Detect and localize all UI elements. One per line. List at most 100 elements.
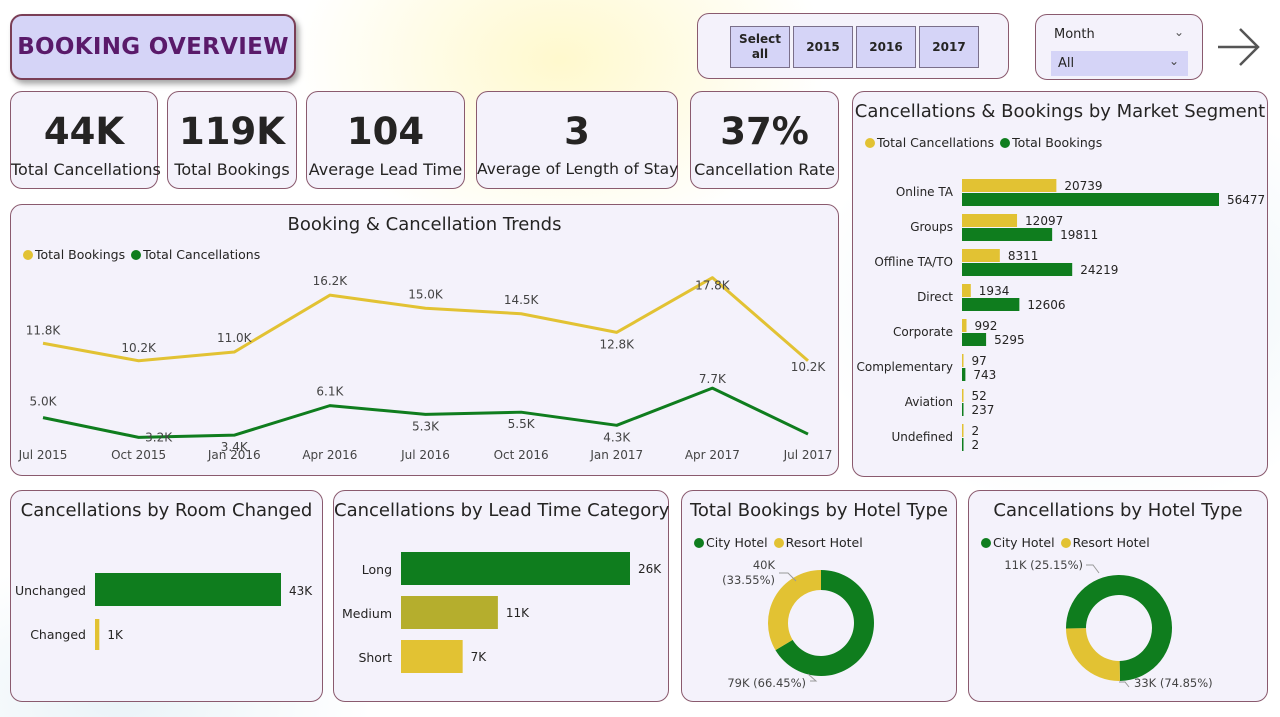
- year-slicer: Select all 2015 2016 2017: [697, 13, 1009, 79]
- category-label: Undefined: [891, 430, 953, 444]
- bar: [962, 284, 971, 297]
- category-label: Short: [358, 650, 392, 665]
- bar-value-label: 5295: [994, 333, 1025, 347]
- year-button-select-all[interactable]: Select all: [730, 26, 790, 68]
- bar: [962, 333, 987, 346]
- kpi-value: 104: [346, 110, 425, 153]
- x-axis-tick-label: Oct 2016: [494, 448, 549, 462]
- booking-cancellation-trends-visual: Booking & Cancellation Trends Total Book…: [10, 204, 839, 476]
- year-button-label: 2016: [869, 39, 903, 54]
- bar: [962, 424, 964, 437]
- dashboard-title-box: BOOKING OVERVIEW: [10, 14, 296, 80]
- page-title: BOOKING OVERVIEW: [17, 34, 289, 60]
- x-axis-tick-label: Apr 2016: [302, 448, 357, 462]
- data-label: 16.2K: [313, 274, 349, 288]
- bar: [962, 193, 1219, 206]
- data-label: 3.2K: [145, 430, 173, 444]
- category-label: Long: [362, 562, 392, 577]
- bar: [962, 403, 964, 416]
- bar-value-label: 743: [973, 368, 996, 382]
- slice-label: (33.55%): [722, 573, 775, 587]
- bar-value-label: 237: [972, 403, 995, 417]
- category-label: Offline TA/TO: [874, 255, 953, 269]
- year-button-label: Select: [739, 32, 781, 46]
- chevron-down-icon[interactable]: ⌄: [1174, 25, 1184, 39]
- kpi-average-lead-time: 104 Average Lead Time: [306, 91, 465, 189]
- next-page-arrow-icon[interactable]: [1214, 22, 1264, 72]
- bar: [962, 319, 967, 332]
- bar: [95, 619, 100, 650]
- year-button-2015[interactable]: 2015: [793, 26, 853, 68]
- kpi-label: Cancellation Rate: [694, 160, 835, 179]
- bar-value-label: 2: [972, 424, 980, 438]
- data-label: 14.5K: [504, 293, 540, 307]
- kpi-value: 119K: [179, 110, 285, 153]
- data-label: 7.7K: [699, 372, 727, 386]
- x-axis-tick-label: Oct 2015: [111, 448, 166, 462]
- bookings-donut-svg: 40K(33.55%) 79K (66.45%): [722, 558, 874, 690]
- bar: [962, 368, 966, 381]
- bar-value-label: 8311: [1008, 249, 1039, 263]
- bar: [962, 354, 964, 367]
- bar: [962, 214, 1018, 227]
- slice-label: 79K (66.45%): [727, 676, 806, 690]
- room-chart-svg: Unchanged 43K Changed 1K: [15, 573, 313, 650]
- month-slicer-label: Month: [1054, 27, 1095, 42]
- bar-value-label: 992: [975, 319, 998, 333]
- x-axis-tick-label: Jul 2017: [783, 448, 833, 462]
- category-label: Direct: [917, 290, 953, 304]
- year-button-label: all: [751, 47, 769, 61]
- month-dropdown[interactable]: All ⌄: [1051, 51, 1188, 76]
- data-label: 11.0K: [217, 331, 253, 345]
- chevron-down-icon: ⌄: [1168, 54, 1179, 68]
- category-label: Online TA: [896, 185, 954, 199]
- donut-slice: [768, 570, 821, 651]
- kpi-label: Average of Length of Stay: [477, 160, 679, 178]
- bar-value-label: 97: [972, 354, 987, 368]
- market-segment-visual: Cancellations & Bookings by Market Segme…: [852, 91, 1268, 477]
- category-label: Medium: [342, 606, 392, 621]
- year-button-2017[interactable]: 2017: [919, 26, 979, 68]
- data-label: 5.5K: [508, 417, 536, 431]
- leader-line: [1086, 564, 1100, 574]
- bar-value-label: 11K: [506, 606, 530, 620]
- bar-value-label: 24219: [1080, 263, 1118, 277]
- year-button-2016[interactable]: 2016: [856, 26, 916, 68]
- kpi-value: 37%: [720, 110, 809, 153]
- kpi-value: 3: [564, 110, 590, 153]
- category-label: Complementary: [856, 360, 953, 374]
- kpi-label: Total Bookings: [174, 160, 290, 179]
- bar-value-label: 12606: [1027, 298, 1065, 312]
- bar: [962, 263, 1073, 276]
- kpi-label: Total Cancellations: [11, 160, 161, 179]
- x-axis-tick-label: Jul 2015: [18, 448, 68, 462]
- kpi-label: Average Lead Time: [308, 160, 463, 179]
- lead-time-chart-svg: Long 26K Medium 11K Short 7K: [342, 552, 662, 673]
- bar: [962, 179, 1057, 192]
- bar-value-label: 19811: [1060, 228, 1098, 242]
- data-label: 12.8K: [599, 337, 635, 351]
- bar-value-label: 1K: [107, 628, 124, 642]
- bar-value-label: 20739: [1064, 179, 1102, 193]
- data-label: 15.0K: [408, 287, 444, 301]
- category-label: Changed: [30, 627, 86, 642]
- bar-value-label: 1934: [979, 284, 1010, 298]
- bar: [401, 640, 463, 673]
- bar-value-label: 2: [972, 438, 980, 452]
- year-button-label: 2017: [932, 39, 966, 54]
- data-label: 5.3K: [412, 419, 440, 433]
- data-label: 10.2K: [121, 341, 157, 355]
- year-button-label: 2015: [806, 39, 840, 54]
- bar: [401, 596, 498, 629]
- segment-chart-svg: Online TA 20739 56477 Groups 1209719811 Offli…: [856, 179, 1265, 452]
- slice-label: 40K: [753, 558, 776, 572]
- bar-value-label: 52: [972, 389, 987, 403]
- kpi-average-length-of-stay: 3 Average of Length of Stay: [476, 91, 678, 189]
- bar: [401, 552, 630, 585]
- data-label: 17.8K: [695, 279, 731, 293]
- data-label: 11.8K: [26, 323, 62, 337]
- trend-chart-svg: Jul 2015 Oct 2015 Jan 2016 Apr 2016 Jul 2016…: [18, 274, 833, 462]
- donut-slice: [1066, 628, 1120, 681]
- kpi-cancellation-rate: 37% Cancellation Rate: [690, 91, 839, 189]
- slice-label: 33K (74.85%): [1134, 676, 1213, 690]
